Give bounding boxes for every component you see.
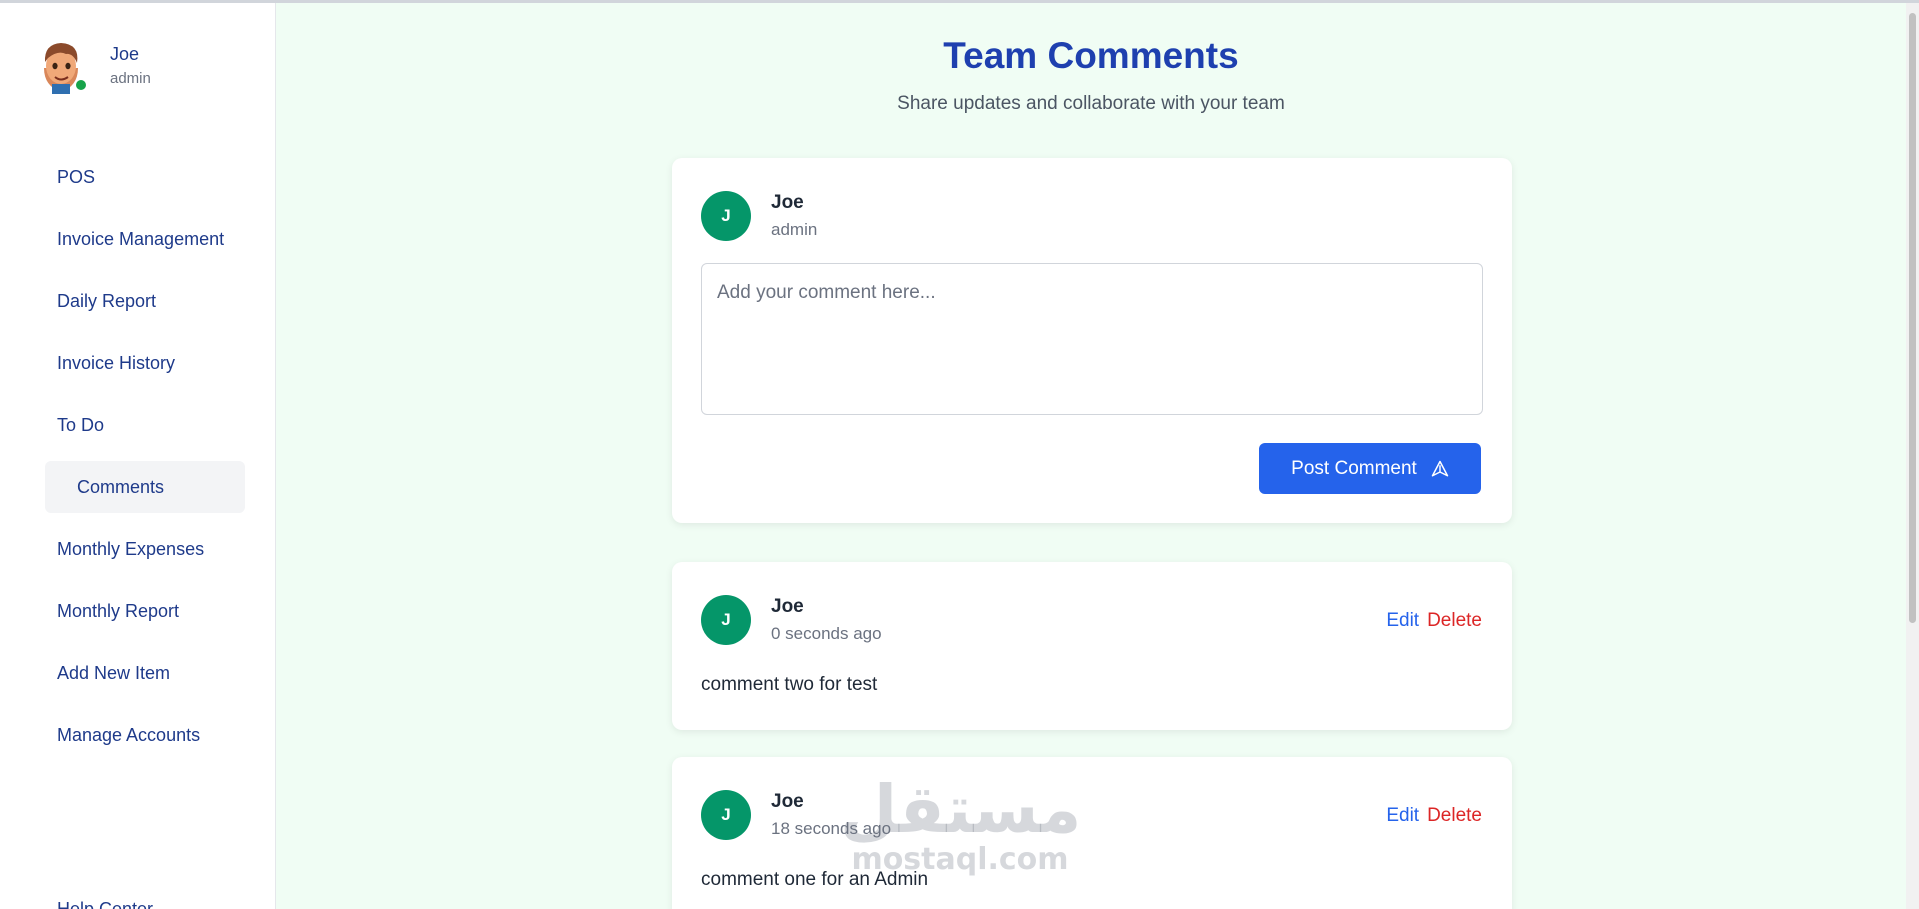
comment-avatar: J (701, 595, 751, 645)
sidebar-item-monthly-expenses[interactable]: Monthly Expenses (45, 523, 245, 575)
comment-timestamp: 0 seconds ago (771, 624, 882, 643)
sidebar-item-help-center[interactable]: Help Center (57, 899, 153, 909)
send-icon (1431, 460, 1449, 476)
comment-author: Joe (771, 791, 804, 812)
comment-card: J Joe 18 seconds ago Edit Delete comment… (672, 757, 1512, 909)
comment-author: Joe (771, 596, 804, 617)
composer-avatar: J (701, 191, 751, 241)
composer-name: Joe (771, 192, 804, 213)
comment-timestamp: 18 seconds ago (771, 819, 892, 838)
page-scrollbar[interactable] (1906, 3, 1919, 909)
sidebar-item-comments[interactable]: Comments (45, 461, 245, 513)
sidebar-item-add-new-item[interactable]: Add New Item (45, 647, 245, 699)
comment-card: J Joe 0 seconds ago Edit Delete comment … (672, 562, 1512, 730)
profile-role: admin (110, 69, 151, 87)
sidebar-item-to-do[interactable]: To Do (45, 399, 245, 451)
sidebar-item-monthly-report[interactable]: Monthly Report (45, 585, 245, 637)
comment-actions: Edit Delete (1386, 805, 1482, 827)
comment-avatar: J (701, 790, 751, 840)
comment-text: comment one for an Admin (701, 869, 929, 890)
online-status-dot (74, 78, 88, 92)
delete-comment-button[interactable]: Delete (1427, 805, 1482, 827)
comment-text: comment two for test (701, 674, 878, 695)
page-subtitle: Share updates and collaborate with your … (897, 93, 1285, 114)
sidebar-item-invoice-history[interactable]: Invoice History (45, 337, 245, 389)
main-content: Team Comments Share updates and collabor… (276, 3, 1906, 909)
user-profile[interactable]: Joe admin (36, 36, 151, 94)
sidebar-item-manage-accounts[interactable]: Manage Accounts (45, 709, 245, 761)
profile-name: Joe (110, 43, 140, 64)
scrollbar-thumb[interactable] (1909, 13, 1916, 623)
delete-comment-button[interactable]: Delete (1427, 610, 1482, 632)
edit-comment-button[interactable]: Edit (1386, 805, 1419, 827)
composer-role: admin (771, 220, 818, 239)
sidebar-item-pos[interactable]: POS (45, 151, 245, 203)
sidebar: Joe admin POS Invoice Management Daily R… (0, 3, 276, 909)
page-title: Team Comments (943, 35, 1239, 76)
comment-actions: Edit Delete (1386, 610, 1482, 632)
sidebar-item-invoice-management[interactable]: Invoice Management (45, 213, 245, 265)
avatar[interactable] (36, 36, 88, 94)
comment-input[interactable] (701, 263, 1483, 415)
sidebar-item-daily-report[interactable]: Daily Report (45, 275, 245, 327)
post-comment-button[interactable]: Post Comment (1259, 443, 1481, 494)
comment-composer: J Joe admin Post Comment (672, 158, 1512, 523)
sidebar-nav: POS Invoice Management Daily Report Invo… (45, 151, 245, 771)
edit-comment-button[interactable]: Edit (1386, 610, 1419, 632)
post-comment-label: Post Comment (1291, 457, 1417, 479)
